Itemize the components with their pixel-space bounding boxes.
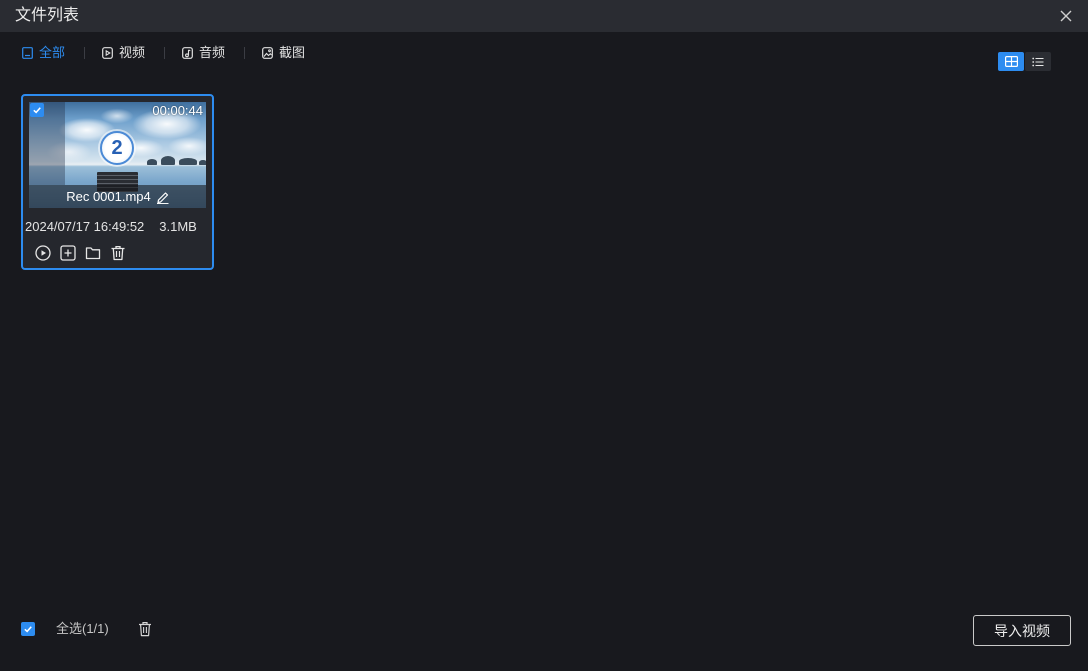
plus-square-icon	[60, 245, 76, 261]
tab-screenshot[interactable]: 截图	[262, 44, 305, 62]
play-circle-icon	[35, 245, 51, 261]
trash-icon	[139, 622, 151, 637]
tab-audio[interactable]: 音频	[182, 44, 225, 62]
trash-icon	[111, 245, 125, 261]
file-size: 3.1MB	[159, 219, 197, 234]
tab-divider	[84, 47, 86, 59]
file-info: 2024/07/17 16:49:52 3.1MB	[25, 219, 197, 235]
video-thumbnail[interactable]: 2 00:00:44 Rec 0001.mp4	[29, 102, 206, 208]
check-icon	[33, 107, 41, 114]
add-to-edit-button[interactable]	[60, 245, 76, 261]
tab-label: 全部	[39, 45, 66, 60]
grid-view-button[interactable]	[998, 52, 1024, 71]
open-folder-button[interactable]	[85, 245, 101, 261]
audio-icon	[182, 47, 193, 59]
thumbnail-island	[199, 160, 206, 165]
thumbnail-island	[179, 158, 197, 165]
thumbnail-island	[147, 159, 157, 165]
tab-label: 音频	[199, 45, 226, 60]
list-view-button[interactable]	[1025, 52, 1051, 71]
video-icon	[102, 47, 113, 59]
pencil-icon	[156, 191, 169, 204]
tab-all[interactable]: 全部	[22, 44, 65, 62]
list-icon	[1032, 57, 1044, 66]
delete-selected-button[interactable]	[138, 621, 152, 637]
import-video-button[interactable]: 导入视频	[973, 615, 1071, 646]
tab-label: 视频	[119, 45, 146, 60]
file-card[interactable]: 2 00:00:44 Rec 0001.mp4 2024/07/17 16:49…	[21, 94, 214, 270]
close-button[interactable]	[1060, 10, 1072, 22]
file-select-checkbox[interactable]	[30, 103, 44, 117]
select-all-checkbox[interactable]	[21, 622, 35, 636]
rename-button[interactable]	[156, 190, 169, 204]
thumbnail-island	[161, 156, 175, 165]
delete-file-button[interactable]	[110, 245, 126, 261]
tab-divider	[244, 47, 246, 59]
window-title: 文件列表	[15, 7, 80, 24]
file-name-bar: Rec 0001.mp4	[29, 185, 206, 208]
tab-divider	[164, 47, 166, 59]
file-name: Rec 0001.mp4	[66, 189, 151, 204]
grid-icon	[1004, 56, 1018, 67]
view-toggle	[998, 52, 1051, 71]
tab-video[interactable]: 视频	[102, 44, 145, 62]
video-duration: 00:00:44	[152, 103, 203, 118]
title-bar: 文件列表	[0, 0, 1088, 32]
filter-tabs: 全部 视频 音频 截图	[22, 44, 305, 62]
file-date: 2024/07/17 16:49:52	[25, 219, 145, 234]
check-icon	[24, 626, 32, 633]
image-icon	[262, 47, 273, 59]
tab-label: 截图	[279, 45, 306, 60]
thumbnail-badge: 2	[100, 131, 134, 165]
folder-icon	[85, 247, 101, 260]
play-button[interactable]	[35, 245, 51, 261]
close-icon	[1060, 10, 1072, 22]
select-all-label[interactable]: 全选(1/1)	[56, 621, 109, 637]
file-actions	[35, 245, 126, 261]
file-icon	[22, 47, 33, 59]
